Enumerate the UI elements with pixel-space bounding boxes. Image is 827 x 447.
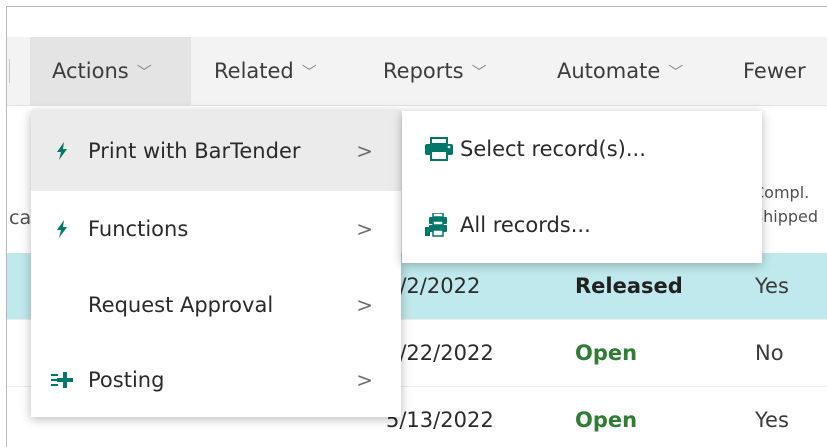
bartender-submenu: Select record(s)... All records... [402, 111, 762, 263]
menu-item-label: Request Approval [88, 293, 274, 317]
chevron-down-icon: ﹀ [136, 62, 152, 81]
actions-menu: Print with BarTender > Functions > Reque… [31, 111, 401, 417]
printer-icon [424, 137, 454, 161]
printer-stack-icon [424, 212, 454, 237]
status-badge: Open [575, 341, 638, 365]
menu-item-label: Print with BarTender [88, 139, 301, 163]
tab-reports-label: Reports [383, 59, 464, 83]
chevron-down-icon: ﹀ [301, 62, 317, 81]
tab-actions-label: Actions [52, 59, 129, 83]
menu-item-label: Select record(s)... [460, 137, 646, 161]
chevron-right-icon: > [356, 293, 373, 317]
toolbar-separator [9, 59, 10, 83]
tab-automate[interactable]: Automate ﹀ [557, 37, 683, 105]
column-header-compl-line2: Shipped [753, 207, 819, 226]
chevron-right-icon: > [356, 368, 373, 392]
row-compl-shipped: No [755, 341, 784, 365]
lightning-icon [51, 218, 73, 240]
menu-item-label: All records... [460, 213, 591, 237]
column-header-fragment: ca [9, 207, 32, 229]
chevron-down-icon: ﹀ [471, 62, 487, 81]
tab-related-label: Related [214, 59, 294, 83]
menu-item-select-records[interactable]: Select record(s)... [402, 111, 762, 187]
menu-item-label: Functions [88, 217, 189, 241]
chevron-right-icon: > [356, 139, 373, 163]
app-frame: Actions ﹀ Related ﹀ Reports ﹀ Automate ﹀… [6, 6, 827, 447]
menu-item-posting[interactable]: Posting > [31, 343, 401, 417]
chevron-right-icon: > [356, 217, 373, 241]
menu-item-print-with-bartender[interactable]: Print with BarTender > [31, 111, 401, 191]
row-compl-shipped: Yes [755, 408, 789, 432]
menu-item-label: Posting [88, 368, 165, 392]
menu-item-all-records[interactable]: All records... [402, 187, 762, 263]
tab-fewer[interactable]: Fewer [743, 37, 806, 105]
lightning-icon [51, 140, 73, 162]
action-bar: Actions ﹀ Related ﹀ Reports ﹀ Automate ﹀… [7, 37, 827, 106]
row-date: 5/13/2022 [386, 408, 494, 432]
posting-icon [51, 369, 73, 391]
tab-fewer-label: Fewer [743, 59, 806, 83]
status-badge: Open [575, 408, 638, 432]
menu-item-request-approval[interactable]: Request Approval > [31, 267, 401, 343]
tab-actions[interactable]: Actions ﹀ [30, 37, 191, 105]
tab-related[interactable]: Related ﹀ [214, 37, 317, 105]
tab-automate-label: Automate [557, 59, 661, 83]
tab-reports[interactable]: Reports ﹀ [383, 37, 487, 105]
chevron-down-icon: ﹀ [668, 62, 684, 81]
row-date: 4/22/2022 [386, 341, 494, 365]
menu-item-functions[interactable]: Functions > [31, 191, 401, 267]
top-strip [7, 7, 827, 37]
